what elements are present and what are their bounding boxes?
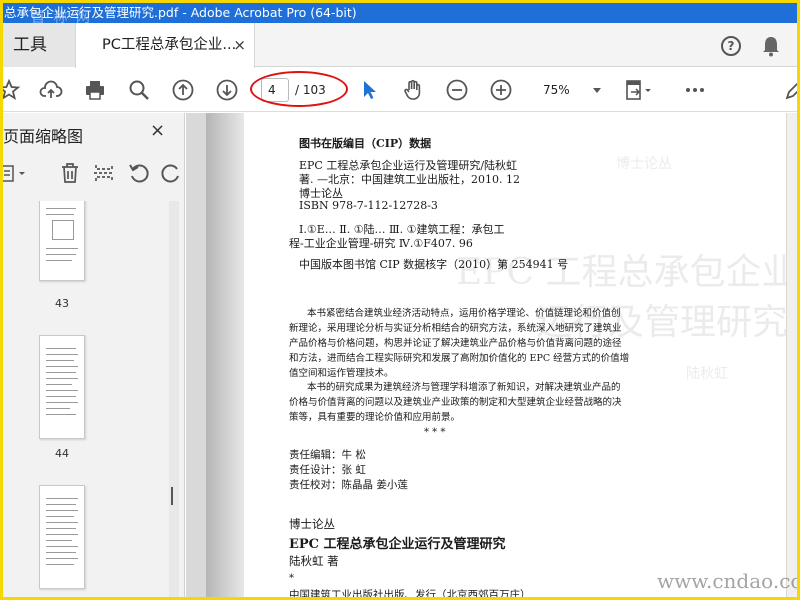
thumbnail-list: 43 44 — [3, 201, 169, 597]
title-bar: 总承包企业运行及管理研究.pdf - Adobe Acrobat Pro (64… — [3, 3, 797, 23]
book-author: 陆秋虹 著 — [289, 554, 339, 568]
thumbnail-page-number: 43 — [55, 297, 69, 310]
abstract-line: 值空间和运作管理技术。 — [289, 368, 394, 379]
credit-line: 责任校对：陈晶晶 姜小莲 — [289, 479, 408, 491]
page-thumbnail[interactable] — [39, 201, 85, 281]
cip-line: 程-工业企业管理-研究 Ⅳ.①F407. 96 — [289, 237, 473, 250]
print-icon[interactable] — [83, 78, 107, 102]
next-page-icon[interactable] — [215, 78, 239, 102]
star-icon[interactable] — [3, 78, 21, 102]
abstract-line: 价格与价值背离的问题以及建筑业产业政策的制定和大型建筑企业经营战略的决 — [289, 397, 622, 408]
rotate-cw-icon[interactable] — [159, 161, 183, 185]
abstract-line: 和方法，进而结合工程实际研究和发展了高附加价值化的 EPC 经营方式的价值增 — [289, 353, 630, 364]
zoom-in-icon[interactable] — [489, 78, 513, 102]
series-name: 博士论丛 — [289, 517, 335, 531]
section-separator: * * * — [424, 427, 446, 438]
highlight-ellipse — [250, 71, 348, 107]
publisher-line: 中国建筑工业出版社出版、发行（北京西郊百万庄） — [289, 589, 531, 597]
tab-tools[interactable]: 工具 — [3, 23, 75, 67]
sign-pen-icon[interactable] — [783, 78, 797, 102]
document-view: 博士论丛 EPC 工程总承包企业 运行及管理研究 陆秋虹 图书在版编目（CIP）… — [186, 113, 786, 597]
page-thumbnail[interactable] — [39, 335, 85, 439]
section-separator: * — [289, 573, 294, 584]
tab-document-label: PC工程总承包企业... — [102, 37, 237, 53]
page-edge-shadow — [206, 113, 244, 597]
select-cursor-icon[interactable] — [357, 78, 381, 102]
cip-title: 图书在版编目（CIP）数据 — [299, 137, 432, 150]
zoom-out-icon[interactable] — [445, 78, 469, 102]
abstract-line: 新理论，采用理论分析与实证分析相结合的研究方法，系统深入地研究了建筑业 — [289, 323, 622, 334]
show-through-text: 博士论丛 — [616, 156, 672, 172]
chevron-down-icon — [593, 88, 601, 93]
panel-close-icon[interactable]: × — [150, 120, 165, 141]
show-through-text: 陆秋虹 — [686, 366, 728, 382]
book-title: EPC 工程总承包企业运行及管理研究 — [289, 537, 506, 552]
zoom-level-value: 75% — [543, 83, 570, 97]
help-icon[interactable]: ? — [721, 36, 741, 56]
hand-tool-icon[interactable] — [401, 78, 425, 102]
panel-title: 页面缩略图 — [3, 127, 84, 146]
document-scrollbar[interactable] — [786, 113, 797, 597]
credit-line: 责任设计：张 虹 — [289, 464, 366, 476]
thumbnail-panel: 页面缩略图 × 43 44 — [3, 113, 185, 597]
cip-line: ISBN 978-7-112-12728-3 — [299, 199, 438, 212]
more-options-icon[interactable] — [683, 78, 707, 102]
abstract-line: 策等，具有重要的理论价值和应用前景。 — [289, 412, 461, 423]
delete-page-icon[interactable] — [59, 161, 81, 185]
upload-cloud-icon[interactable] — [39, 78, 63, 102]
tab-close-icon[interactable]: × — [233, 23, 246, 67]
panel-resize-handle[interactable] — [171, 487, 173, 505]
previous-page-icon[interactable] — [171, 78, 195, 102]
thumbnail-page-number: 44 — [55, 447, 69, 460]
abstract-line: 产品价格与价格问题，构思并论证了解决建筑业产品价格与价值背离问题的途径 — [289, 338, 622, 349]
search-zoom-icon[interactable] — [127, 78, 151, 102]
extract-pages-icon[interactable] — [93, 161, 115, 185]
site-watermark: www.cndao.com — [657, 569, 797, 593]
pdf-page: 博士论丛 EPC 工程总承包企业 运行及管理研究 陆秋虹 图书在版编目（CIP）… — [206, 113, 786, 597]
panel-toolbar — [3, 159, 185, 189]
abstract-line: 本书的研究成果为建筑经济与管理学科增添了新知识，对解决建筑业产品的 — [307, 382, 621, 393]
acrobat-window: 总承包企业运行及管理研究.pdf - Adobe Acrobat Pro (64… — [3, 3, 797, 597]
fit-page-icon[interactable] — [623, 78, 653, 102]
credit-line: 责任编辑：牛 松 — [289, 449, 366, 461]
zoom-level-dropdown[interactable]: 75% — [533, 78, 605, 102]
abstract-line: 本书紧密结合建筑业经济活动特点，运用价格学理论、价值链理论和价值创 — [307, 308, 621, 319]
rotate-ccw-icon[interactable] — [127, 161, 151, 185]
toolbar: 4 / 103 75% — [3, 68, 797, 112]
page-thumbnail[interactable] — [39, 485, 85, 589]
cip-number: 中国版本图书馆 CIP 数据核字（2010）第 254941 号 — [299, 258, 569, 271]
watermark-logo: 首 称 网 — [31, 10, 92, 23]
thumbnail-scrollbar[interactable] — [169, 201, 179, 597]
bell-icon[interactable] — [761, 35, 781, 57]
tab-bar: 工具 PC工程总承包企业... × ? — [3, 23, 797, 68]
tab-document[interactable]: PC工程总承包企业... × — [75, 23, 255, 68]
thumbnail-options-icon[interactable] — [3, 162, 29, 186]
